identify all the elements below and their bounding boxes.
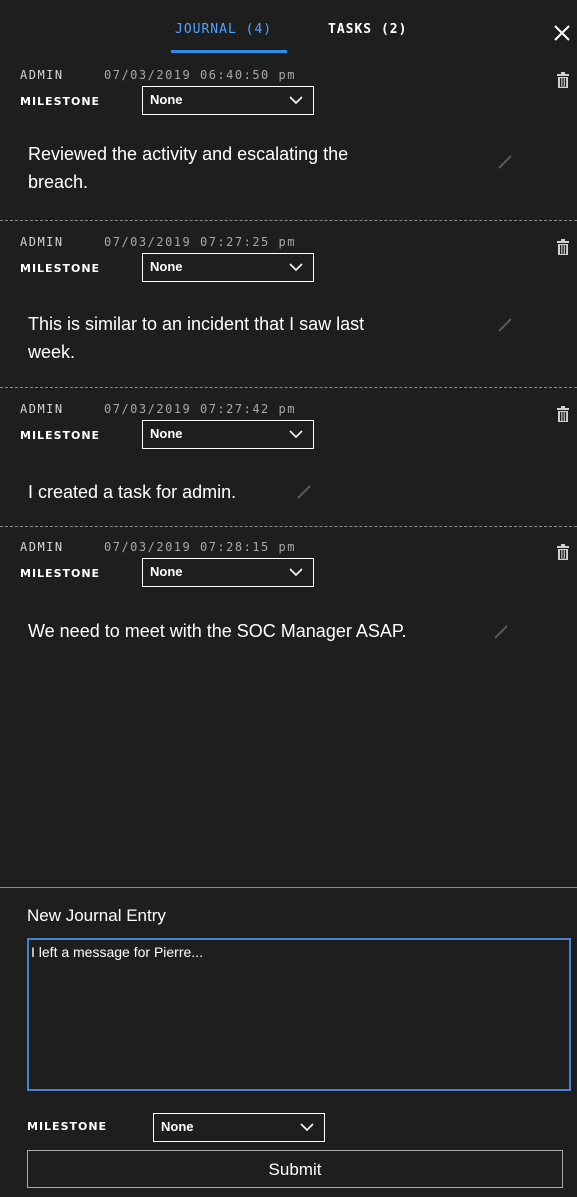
entry-text-line: We need to meet with the SOC Manager ASA… xyxy=(28,621,407,641)
entry-timestamp: 07/03/2019 06:40:50 pm xyxy=(104,68,296,82)
entry-timestamp: 07/03/2019 07:27:25 pm xyxy=(104,235,296,249)
chevron-down-icon xyxy=(289,96,303,105)
milestone-label: MILESTONE xyxy=(20,262,101,275)
entry-author: ADMIN xyxy=(20,402,64,416)
entry-author: ADMIN xyxy=(20,68,64,82)
entry-text-line: breach. xyxy=(28,172,89,192)
entry-timestamp: 07/03/2019 07:28:15 pm xyxy=(104,540,296,554)
trash-icon[interactable] xyxy=(556,72,570,88)
chevron-down-icon xyxy=(289,568,303,577)
entry-text-line: Reviewed the activity and escalating the xyxy=(28,144,349,164)
panel-header: JOURNAL (4) TASKS (2) xyxy=(0,0,577,62)
chevron-down-icon xyxy=(300,1123,314,1132)
chevron-down-icon xyxy=(289,430,303,439)
milestone-select[interactable]: None xyxy=(142,558,314,587)
journal-entry: ADMIN 07/03/2019 07:28:15 pm MILESTONE N… xyxy=(0,540,577,660)
entry-divider xyxy=(0,220,577,221)
entry-divider xyxy=(0,387,577,388)
trash-icon[interactable] xyxy=(556,239,570,255)
milestone-select-value: None xyxy=(150,426,183,441)
journal-entry: ADMIN 07/03/2019 06:40:50 pm MILESTONE N… xyxy=(0,68,577,218)
entry-text: I created a task for admin. xyxy=(28,478,428,506)
trash-icon[interactable] xyxy=(556,406,570,422)
journal-panel: JOURNAL (4) TASKS (2) ADMIN 07/03/2019 0… xyxy=(0,0,577,1197)
new-entry-textarea[interactable] xyxy=(27,938,571,1091)
close-icon[interactable] xyxy=(552,23,572,43)
entry-text: We need to meet with the SOC Manager ASA… xyxy=(28,617,488,645)
entry-author: ADMIN xyxy=(20,540,64,554)
new-entry-milestone-value: None xyxy=(161,1119,194,1134)
submit-button[interactable]: Submit xyxy=(27,1150,563,1188)
tab-tasks[interactable]: TASKS (2) xyxy=(328,22,407,37)
pencil-icon[interactable] xyxy=(497,317,513,333)
entry-timestamp: 07/03/2019 07:27:42 pm xyxy=(104,402,296,416)
milestone-select[interactable]: None xyxy=(142,253,314,282)
milestone-select[interactable]: None xyxy=(142,420,314,449)
milestone-label: MILESTONE xyxy=(20,429,101,442)
milestone-label: MILESTONE xyxy=(20,567,101,580)
milestone-label: MILESTONE xyxy=(20,95,101,108)
entry-author: ADMIN xyxy=(20,235,64,249)
entry-text-line: This is similar to an incident that I sa… xyxy=(28,314,365,334)
new-entry-milestone-select[interactable]: None xyxy=(153,1113,325,1142)
entry-text-line: week. xyxy=(28,342,76,362)
new-entry-divider xyxy=(0,887,577,888)
tab-journal[interactable]: JOURNAL (4) xyxy=(175,22,272,37)
new-entry-label: New Journal Entry xyxy=(27,906,166,925)
entry-text-line: I created a task for admin. xyxy=(28,482,237,502)
pencil-icon[interactable] xyxy=(296,484,312,500)
chevron-down-icon xyxy=(289,263,303,272)
milestone-select[interactable]: None xyxy=(142,86,314,115)
journal-entry: ADMIN 07/03/2019 07:27:25 pm MILESTONE N… xyxy=(0,235,577,385)
milestone-select-value: None xyxy=(150,564,183,579)
entry-text: Reviewed the activity and escalating the… xyxy=(28,140,428,196)
journal-entry: ADMIN 07/03/2019 07:27:42 pm MILESTONE N… xyxy=(0,402,577,522)
trash-icon[interactable] xyxy=(556,544,570,560)
new-entry-milestone-label: MILESTONE xyxy=(27,1120,108,1133)
active-tab-indicator xyxy=(171,50,287,53)
milestone-select-value: None xyxy=(150,92,183,107)
entry-text: This is similar to an incident that I sa… xyxy=(28,310,428,366)
entry-divider xyxy=(0,526,577,527)
milestone-select-value: None xyxy=(150,259,183,274)
pencil-icon[interactable] xyxy=(497,154,513,170)
pencil-icon[interactable] xyxy=(493,624,509,640)
